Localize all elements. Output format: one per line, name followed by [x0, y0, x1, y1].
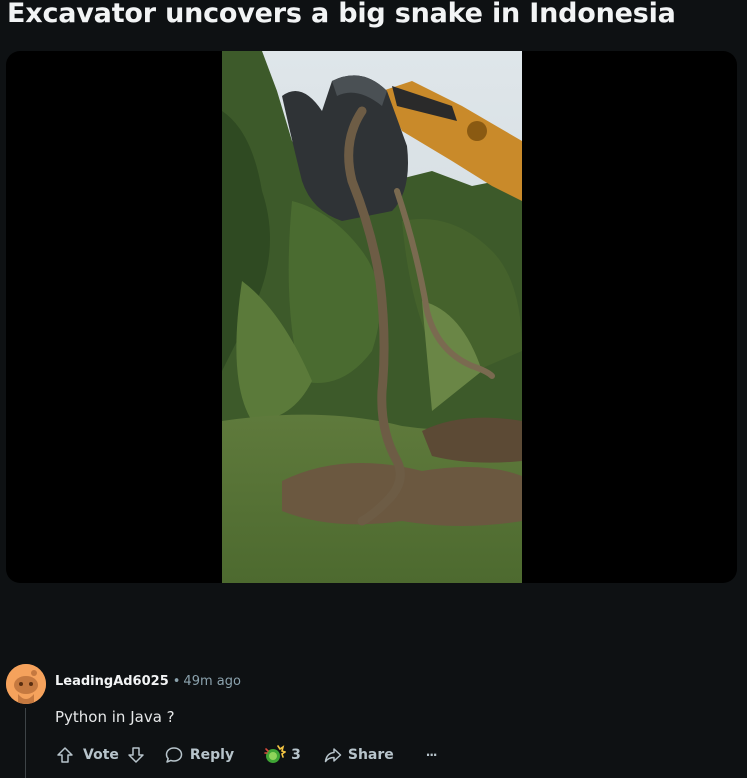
comment-author[interactable]: LeadingAd6025	[55, 674, 169, 689]
comment-meta: LeadingAd6025 • 49m ago	[55, 674, 241, 689]
arrow-up-icon	[57, 747, 73, 763]
thread-line[interactable]	[25, 708, 26, 778]
comment-actions: Vote Reply 3 Share ···	[55, 744, 438, 766]
award-icon	[264, 745, 287, 763]
video-frame[interactable]	[222, 51, 522, 583]
reply-button[interactable]: Reply	[164, 745, 234, 765]
speech-bubble-icon	[165, 747, 183, 763]
avatar[interactable]	[6, 664, 46, 704]
share-label: Share	[347, 747, 394, 763]
meta-separator: •	[172, 674, 181, 689]
award-button[interactable]: 3	[262, 744, 301, 766]
video-player[interactable]	[6, 51, 737, 583]
vote-label: Vote	[83, 747, 119, 763]
more-options-button[interactable]: ···	[425, 748, 438, 762]
award-count: 3	[291, 747, 301, 763]
comment-time: 49m ago	[183, 674, 241, 689]
downvote-button[interactable]	[126, 745, 146, 765]
reply-label: Reply	[189, 747, 235, 763]
upvote-button[interactable]	[55, 745, 75, 765]
post-title: Excavator uncovers a big snake in Indone…	[7, 0, 676, 29]
snoo-avatar-icon	[6, 664, 46, 704]
share-arrow-icon	[324, 748, 342, 763]
comment-body: Python in Java ?	[55, 708, 175, 726]
ellipsis-icon: ···	[425, 748, 438, 762]
share-button[interactable]: Share	[323, 745, 394, 765]
comment: LeadingAd6025 • 49m ago Python in Java ? V…	[0, 660, 747, 778]
arrow-down-icon	[128, 747, 144, 763]
